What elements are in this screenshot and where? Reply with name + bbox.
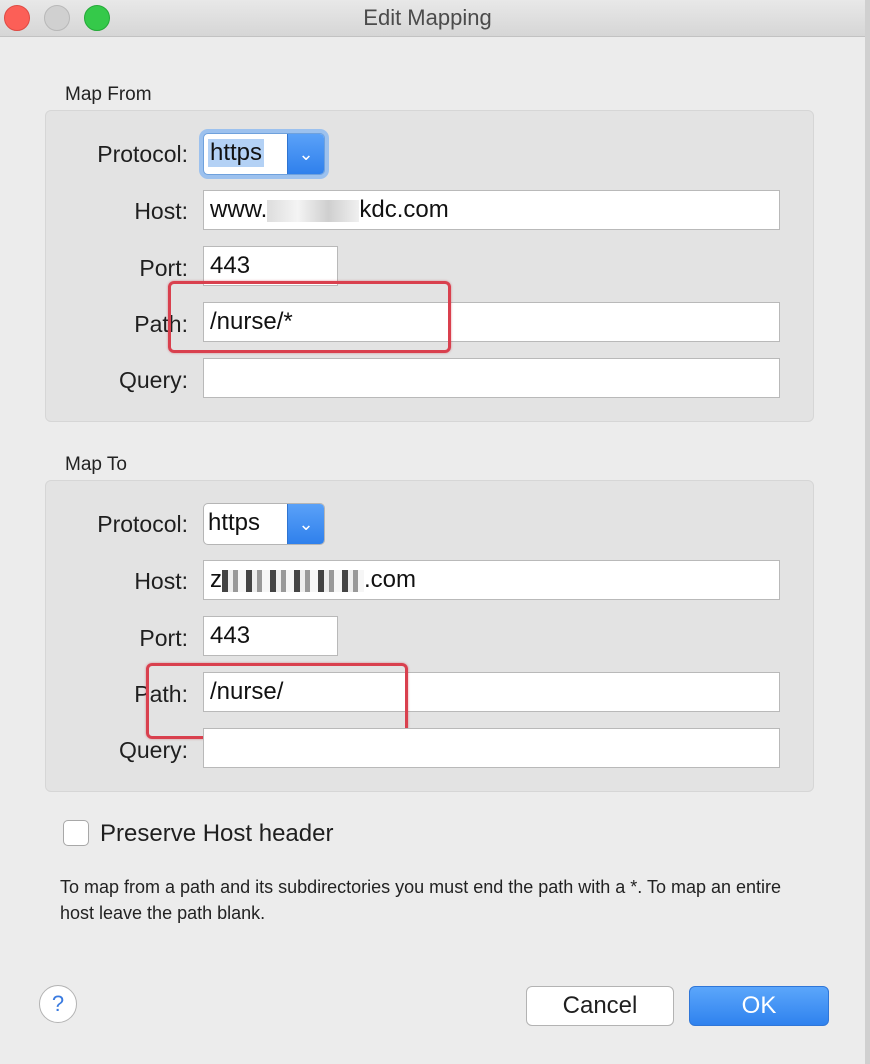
highlight-annotation bbox=[168, 281, 451, 353]
preserve-host-checkbox[interactable] bbox=[63, 820, 89, 846]
from-port-field[interactable]: 443 bbox=[203, 246, 338, 286]
from-host-value: www. bbox=[210, 196, 268, 223]
chevron-down-icon: ⌄ bbox=[287, 504, 324, 544]
map-from-label: Map From bbox=[65, 84, 152, 105]
to-query-label: Query: bbox=[118, 737, 188, 763]
from-protocol-select[interactable]: https ⌄ bbox=[203, 133, 325, 175]
map-to-label: Map To bbox=[65, 454, 127, 475]
to-port-field[interactable]: 443 bbox=[203, 616, 338, 656]
help-button[interactable]: ? bbox=[39, 985, 77, 1023]
to-query-field[interactable] bbox=[203, 728, 780, 768]
from-host-field[interactable]: www. kdc.com bbox=[203, 190, 780, 230]
window-edge bbox=[865, 0, 870, 1064]
question-icon: ? bbox=[51, 991, 65, 1016]
to-host-value-suffix: .com bbox=[364, 566, 417, 593]
from-query-label: Query: bbox=[118, 367, 188, 393]
from-port-value: 443 bbox=[210, 252, 251, 279]
to-protocol-label: Protocol: bbox=[97, 511, 188, 537]
to-port-label: Port: bbox=[139, 625, 188, 651]
window-title: Edit Mapping bbox=[363, 5, 492, 30]
preserve-host-label[interactable]: Preserve Host header bbox=[100, 820, 333, 848]
from-protocol-label: Protocol: bbox=[97, 141, 188, 167]
from-query-field[interactable] bbox=[203, 358, 780, 398]
redacted-area bbox=[222, 569, 364, 592]
title-bar: Edit Mapping bbox=[0, 0, 870, 37]
from-host-label: Host: bbox=[134, 198, 188, 224]
to-port-value: 443 bbox=[210, 622, 251, 649]
to-protocol-select[interactable]: https ⌄ bbox=[203, 503, 325, 545]
from-host-value-suffix: kdc.com bbox=[359, 196, 449, 223]
from-protocol-value: https bbox=[208, 139, 265, 167]
ok-button[interactable]: OK bbox=[689, 986, 829, 1026]
to-protocol-value: https bbox=[208, 509, 261, 536]
from-port-label: Port: bbox=[139, 255, 188, 281]
cancel-button[interactable]: Cancel bbox=[526, 986, 674, 1026]
redacted-area bbox=[267, 199, 360, 222]
chevron-down-icon: ⌄ bbox=[287, 134, 324, 174]
hint-text: To map from a path and its subdirectorie… bbox=[60, 877, 782, 923]
to-host-field[interactable]: z .com bbox=[203, 560, 780, 600]
to-host-value: z bbox=[210, 566, 222, 593]
to-host-label: Host: bbox=[134, 568, 188, 594]
